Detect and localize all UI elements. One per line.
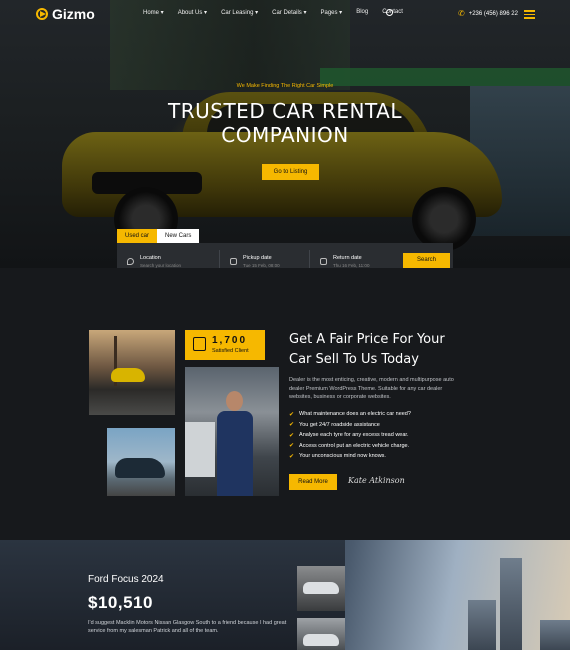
go-to-listing-button[interactable]: Go to Listing: [262, 164, 319, 180]
mechanic-photo: [185, 367, 279, 496]
feature-checklist: ✔ What maintenance does an electric car n…: [289, 409, 411, 462]
play-logo-icon: [36, 8, 48, 20]
nav-item-car-details[interactable]: Car Details ▾: [272, 9, 306, 16]
check-icon: ✔: [289, 422, 295, 429]
list-item: ✔ What maintenance does an electric car n…: [289, 411, 411, 418]
read-more-button[interactable]: Read More: [289, 474, 337, 490]
stat-label: Satisfied Client: [212, 348, 249, 354]
list-item: ✔ Your unconscious mind now knows.: [289, 453, 386, 460]
calendar-icon: [230, 257, 237, 265]
main-menu: Home ▾ About Us ▾ Car Leasing ▾ Car Deta…: [143, 9, 403, 16]
nav-item-car-leasing[interactable]: Car Leasing ▾: [221, 9, 258, 16]
calendar-icon: [320, 257, 327, 265]
featured-title: Ford Focus 2024: [88, 574, 164, 585]
list-item: ✔ You get 24/7 roadside assistance: [289, 421, 380, 429]
tab-used-car[interactable]: Used car: [117, 229, 158, 243]
check-icon: ✔: [289, 443, 295, 450]
car-thumbnail[interactable]: [297, 566, 345, 611]
stat-value: 1,700: [212, 335, 248, 346]
list-item: ✔ Access control put an electric vehicle …: [289, 442, 410, 450]
phone-contact[interactable]: ✆ +236 (456) 896 22: [458, 9, 518, 18]
nav-item-home[interactable]: Home ▾: [143, 9, 164, 16]
hero-title-line1: TRUSTED CAR RENTAL: [168, 99, 402, 123]
satisfied-client-badge: 1,700 Satisfied Client: [185, 330, 265, 360]
nav-item-blog[interactable]: Blog: [356, 9, 368, 16]
list-item: ✔ Analyse each tyre for any excess tread …: [289, 432, 409, 439]
nav-item-about[interactable]: About Us ▾: [178, 9, 207, 16]
nav-item-pages[interactable]: Pages ▾: [321, 9, 343, 16]
featured-description: I'd suggest Macklin Motors Nissan Glasgo…: [88, 620, 287, 634]
search-icon[interactable]: [386, 9, 393, 16]
hamburger-menu-icon[interactable]: [524, 10, 535, 21]
car-type-tabs: Used car New Cars: [117, 229, 200, 243]
map-pin-icon: [127, 257, 134, 265]
about-section: [0, 268, 570, 540]
brand-name: Gizmo: [52, 6, 95, 22]
top-nav: Gizmo Home ▾ About Us ▾ Car Leasing ▾ Ca…: [0, 0, 570, 28]
certificate-icon: [193, 337, 206, 351]
about-description: Dealer is the most enticing, creative, m…: [289, 377, 454, 400]
signature: Kate Atkinson: [348, 476, 405, 485]
hero-title-line2: COMPANION: [221, 123, 349, 147]
check-icon: ✔: [289, 411, 295, 418]
phone-icon: ✆: [458, 9, 465, 18]
tab-new-cars[interactable]: New Cars: [157, 229, 200, 243]
featured-price: $10,510: [88, 593, 153, 612]
hero-title: TRUSTED CAR RENTAL COMPANION: [0, 99, 570, 147]
check-icon: ✔: [289, 432, 295, 439]
yellow-car-bridge-photo: [89, 330, 175, 415]
car-thumbnail[interactable]: [297, 618, 345, 650]
hero-tagline: We Make Finding The Right Car Simple: [236, 83, 334, 89]
brand-logo[interactable]: Gizmo: [36, 6, 95, 22]
search-button[interactable]: Search: [403, 253, 450, 268]
phone-number: +236 (456) 896 22: [468, 10, 518, 17]
dark-car-photo: [107, 428, 175, 496]
about-heading: Get A Fair Price For Your Car Sell To Us…: [289, 332, 445, 367]
check-icon: ✔: [289, 453, 295, 460]
